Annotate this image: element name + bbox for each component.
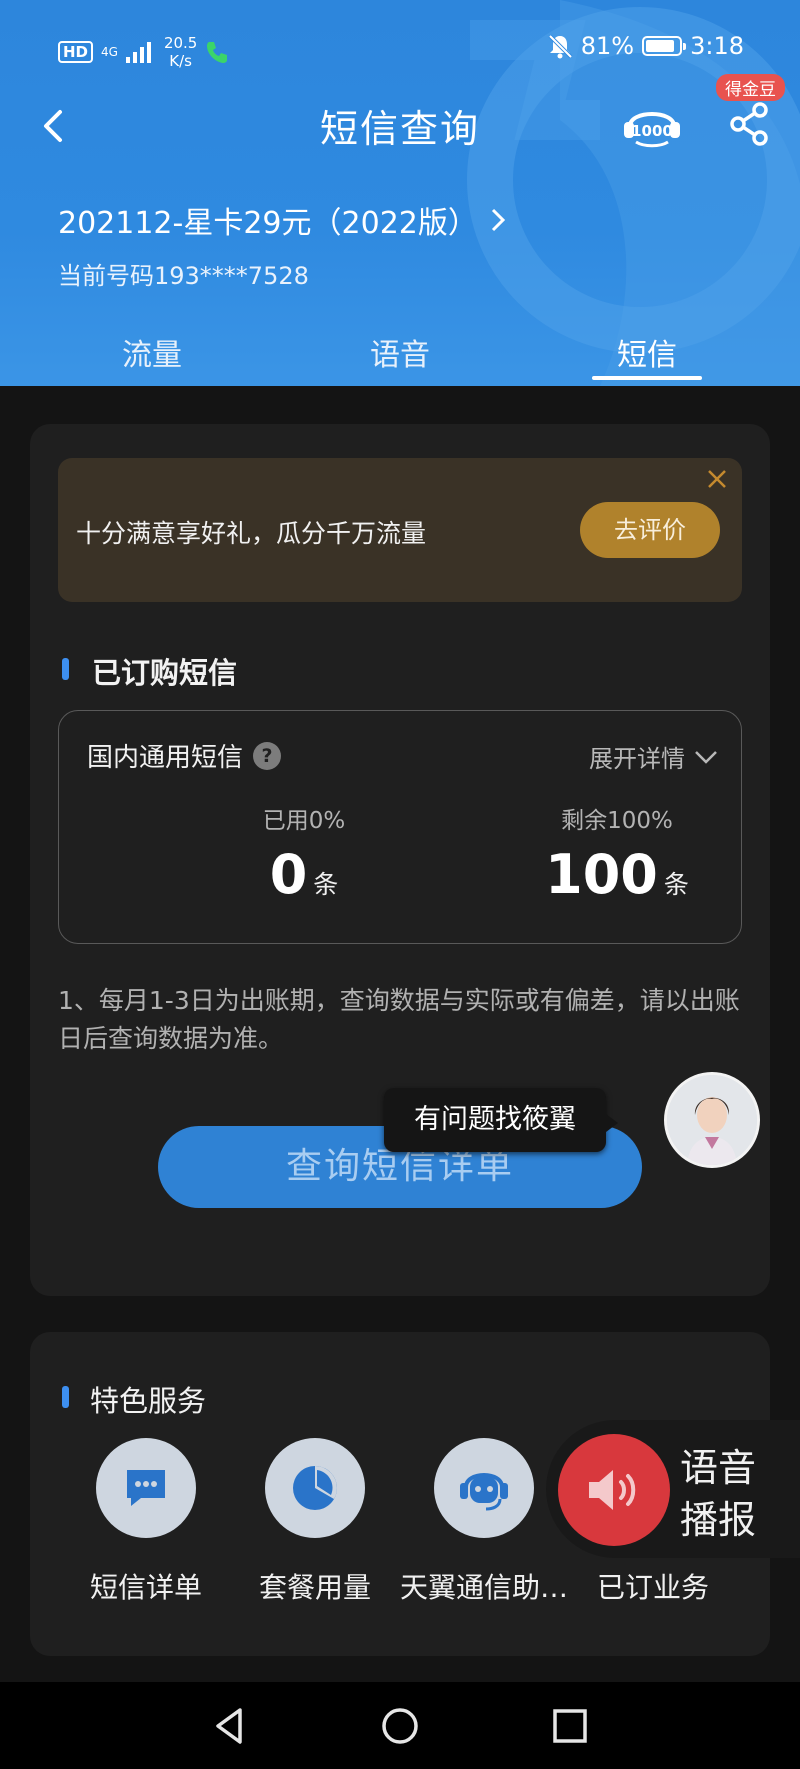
assistant-avatar[interactable]	[664, 1072, 760, 1168]
remaining-stat: 剩余100% 100 条	[497, 801, 737, 906]
banner-text: 十分满意享好礼，瓜分千万流量	[76, 519, 427, 548]
help-icon[interactable]: ?	[253, 741, 282, 770]
used-value: 0条	[269, 843, 339, 906]
header: HD 4G 20.5 K/s 81% 3:18 短信查询 1000 得金豆 20…	[0, 0, 800, 386]
clock: 3:18	[690, 32, 744, 60]
billing-note: 1、每月1-3日为出账期，查询数据与实际或有偏差，请以出账日后查询数据为准。	[58, 986, 740, 1053]
chevron-right-icon	[491, 208, 505, 232]
hd-indicator: HD	[58, 41, 94, 63]
remaining-value: 100 条	[545, 843, 689, 906]
tab-voice[interactable]: 语音	[310, 330, 490, 374]
battery-icon	[642, 36, 687, 56]
network-type: 4G	[101, 44, 118, 59]
tab-bar: 流量 语音 短信	[0, 330, 800, 380]
plan-selector[interactable]: 202112-星卡29元（2022版）	[58, 198, 506, 242]
chevron-down-icon	[695, 750, 717, 764]
voice-broadcast-widget[interactable]: 语音 播报	[546, 1420, 800, 1558]
mute-bell-icon	[548, 34, 573, 59]
service-10000-icon[interactable]: 1000	[620, 100, 684, 150]
battery-percent: 81%	[580, 32, 635, 60]
network-speed: 20.5 K/s	[163, 34, 198, 70]
phone-call-icon	[207, 42, 228, 63]
service-label: 已订业务	[596, 1571, 709, 1604]
close-icon[interactable]	[702, 464, 732, 494]
expand-details-button[interactable]: 展开详情	[589, 739, 719, 774]
share-icon[interactable]	[728, 98, 772, 148]
service-label: 套餐用量	[258, 1571, 371, 1604]
section-marker	[62, 1386, 69, 1408]
subscribed-sms-title: 已订购短信	[92, 656, 238, 690]
message-icon	[96, 1438, 196, 1538]
service-label: 天翼通信助…	[399, 1571, 568, 1604]
feature-services-title: 特色服务	[90, 1384, 207, 1418]
signal-icon	[125, 42, 151, 63]
section-marker	[62, 658, 69, 680]
gold-bean-badge[interactable]: 得金豆	[716, 74, 785, 101]
system-nav-bar	[0, 1682, 800, 1769]
service-package-usage[interactable]: 套餐用量	[230, 1438, 400, 1606]
tab-data[interactable]: 流量	[62, 330, 242, 374]
avatar-image	[667, 1075, 757, 1165]
tab-sms[interactable]: 短信	[557, 330, 737, 374]
service-tianyi-assistant[interactable]: 天翼通信助…	[399, 1438, 569, 1606]
assistant-tooltip[interactable]: 有问题找筱翼	[384, 1088, 618, 1152]
robot-icon	[434, 1438, 534, 1538]
pie-chart-icon	[265, 1438, 365, 1538]
svg-text:1000: 1000	[631, 122, 673, 140]
voice-broadcast-label: 语音 播报	[680, 1446, 757, 1542]
service-label: 短信详单	[89, 1571, 202, 1604]
used-label: 已用0%	[262, 808, 346, 834]
rate-button[interactable]: 去评价	[580, 502, 720, 558]
plan-name: 202112-星卡29元（2022版）	[58, 206, 478, 241]
service-sms-details[interactable]: 短信详单	[61, 1438, 231, 1606]
nav-back-icon[interactable]	[206, 1702, 254, 1750]
nav-home-icon[interactable]	[376, 1702, 424, 1750]
sms-package-name: 国内通用短信 ?	[87, 737, 282, 774]
used-stat: 已用0% 0条	[184, 801, 424, 906]
remaining-label: 剩余100%	[561, 808, 673, 834]
status-bar: HD 4G 20.5 K/s 81% 3:18	[0, 0, 800, 90]
current-phone-number: 当前号码193****7528	[58, 262, 309, 290]
rating-banner: 十分满意享好礼，瓜分千万流量 去评价	[58, 458, 742, 602]
nav-recents-icon[interactable]	[546, 1702, 594, 1750]
sms-usage-box: 国内通用短信 ? 展开详情 已用0% 0条 剩余100% 100 条	[58, 710, 742, 944]
active-tab-indicator	[592, 376, 702, 380]
speaker-icon[interactable]	[558, 1434, 670, 1546]
